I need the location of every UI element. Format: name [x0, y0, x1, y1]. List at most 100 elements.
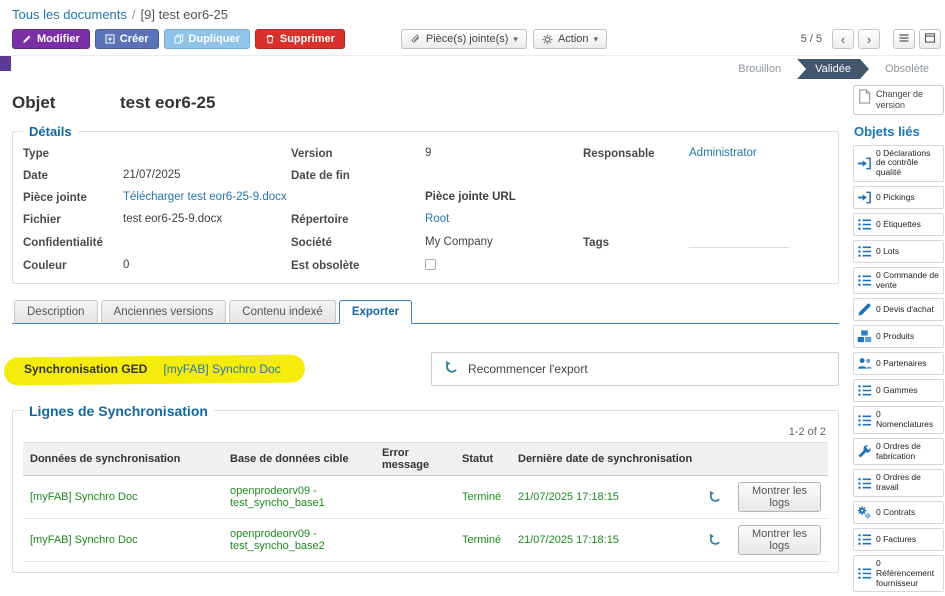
paperclip-icon — [410, 34, 421, 45]
column-header-derniere-date-de-synchronisation[interactable]: Dernière date de synchronisation — [511, 443, 701, 476]
related-object-label: 0 Déclarations de contrôle qualité — [876, 149, 940, 178]
action-button[interactable]: Action▾ — [533, 29, 607, 49]
pencil-icon — [857, 302, 872, 317]
pencil-icon — [22, 34, 32, 44]
related-object-0-ordres-de-travail[interactable]: 0 Ordres de travail — [853, 469, 944, 497]
column-header-error-message[interactable]: Error message — [375, 443, 455, 476]
est-obsolete-checkbox[interactable] — [425, 259, 436, 270]
related-object-0-commande-de-vente[interactable]: 0 Commande de vente — [853, 267, 944, 295]
field-value-societe: My Company — [425, 236, 583, 250]
field-label-type: Type — [23, 148, 123, 160]
column-header-donnees-de-synchronisation[interactable]: Données de synchronisation — [23, 443, 223, 476]
field-label-couleur: Couleur — [23, 260, 123, 272]
related-object-0-factures[interactable]: 0 Factures — [853, 528, 944, 551]
responsible-link[interactable]: Administrator — [689, 147, 757, 159]
related-object-label: 0 Lots — [876, 247, 899, 257]
objet-row: Objet test eor6-25 — [12, 93, 839, 113]
related-object-0-lots[interactable]: 0 Lots — [853, 240, 944, 263]
related-object-0-nomenclatures[interactable]: 0 Nomenclatures — [853, 406, 944, 434]
logs-cell: Montrer les logs — [731, 476, 828, 519]
field-label-est-obsolete: Est obsolète — [291, 260, 425, 272]
sidebar: Changer de version Objets liés 0 Déclara… — [853, 81, 945, 596]
tab-contenu-indexe[interactable]: Contenu indexé — [229, 300, 336, 324]
list-icon — [857, 273, 872, 288]
field-value-type — [123, 147, 291, 161]
download-attachment-link[interactable]: Télécharger test eor6-25-9.docx — [123, 191, 287, 203]
toolbar: Modifier Créer Dupliquer Supprimer Pièce… — [0, 26, 945, 56]
tab-description[interactable]: Description — [14, 300, 98, 324]
breadcrumb-root-link[interactable]: Tous les documents — [12, 7, 127, 22]
field-value-fichier: test eor6-25-9.docx — [123, 213, 291, 227]
change-version-button[interactable]: Changer de version — [853, 85, 944, 115]
directory-root-link[interactable]: Root — [425, 213, 449, 225]
related-object-0-partenaires[interactable]: 0 Partenaires — [853, 352, 944, 375]
form-view-button[interactable] — [919, 29, 941, 49]
related-object-0-ordres-de-fabrication[interactable]: 0 Ordres de fabrication — [853, 438, 944, 466]
gears-icon — [857, 505, 872, 520]
change-version-label: Changer de version — [876, 89, 940, 111]
edit-button[interactable]: Modifier — [12, 29, 90, 49]
pager-previous-button[interactable]: ‹ — [832, 29, 854, 49]
related-object-label: 0 Pickings — [876, 193, 915, 203]
list-icon — [857, 413, 872, 428]
field-value-version: 9 — [425, 147, 583, 161]
show-logs-button[interactable]: Montrer les logs — [738, 482, 821, 512]
related-object-0-gammes[interactable]: 0 Gammes — [853, 379, 944, 402]
list-view-button[interactable] — [893, 29, 915, 49]
sync-config-link[interactable]: [myFAB] Synchro Doc — [163, 362, 280, 376]
column-header-statut[interactable]: Statut — [455, 443, 511, 476]
sync-line-row[interactable]: [myFAB] Synchro Docopenprodeorv09 - test… — [23, 476, 828, 519]
form-sheet: Objet test eor6-25 Détails Type Version … — [0, 81, 853, 573]
related-object-0-etiquettes[interactable]: 0 Étiquettes — [853, 213, 944, 236]
tags-field[interactable] — [689, 235, 789, 248]
status-obsolete[interactable]: Obsolète — [869, 59, 945, 79]
related-object-0-devis-d-achat[interactable]: 0 Devis d'achat — [853, 298, 944, 321]
related-object-label: 0 Ordres de fabrication — [876, 442, 940, 462]
list-view-icon — [898, 32, 910, 47]
delete-button[interactable]: Supprimer — [255, 29, 345, 49]
more-actions: Pièce(s) jointe(s)▾ Action▾ — [401, 29, 607, 49]
create-button[interactable]: Créer — [95, 29, 159, 49]
breadcrumb: Tous les documents/[9] test eor6-25 — [0, 0, 945, 26]
list-icon — [857, 217, 872, 232]
caret-down-icon: ▾ — [594, 34, 599, 45]
tab-anciennes-versions[interactable]: Anciennes versions — [101, 300, 227, 324]
field-label-piece-jointe-url: Pièce jointe URL — [425, 191, 583, 205]
related-object-label: 0 Nomenclatures — [876, 410, 940, 430]
cell-sync-source: [myFAB] Synchro Doc — [23, 476, 223, 519]
related-object-0-declarations-de-controle-qualite[interactable]: 0 Déclarations de contrôle qualité — [853, 145, 944, 182]
retry-export-button[interactable]: Recommencer l'export — [444, 360, 588, 378]
sync-line-row[interactable]: [myFAB] Synchro Docopenprodeorv09 - test… — [23, 519, 828, 562]
related-object-0-contrats[interactable]: 0 Contrats — [853, 501, 944, 524]
related-object-0-pickings[interactable]: 0 Pickings — [853, 186, 944, 209]
status-validee[interactable]: Validée — [797, 59, 869, 79]
related-object-label: 0 Gammes — [876, 386, 918, 396]
attachments-button[interactable]: Pièce(s) jointe(s)▾ — [401, 29, 527, 49]
statusbar: BrouillonValidéeObsolète — [0, 56, 945, 81]
list-icon — [857, 383, 872, 398]
retry-line-icon[interactable] — [701, 476, 731, 519]
related-object-label: 0 Partenaires — [876, 359, 927, 369]
sync-table: Données de synchronisationBase de donnée… — [23, 442, 828, 562]
trash-icon — [265, 34, 275, 44]
exporter-panel: Synchronisation GED [myFAB] Synchro Doc … — [12, 352, 839, 573]
logs-cell: Montrer les logs — [731, 519, 828, 562]
related-object-label: 0 Commande de vente — [876, 271, 940, 291]
gear-icon — [542, 34, 553, 45]
people-icon — [857, 356, 872, 371]
show-logs-button[interactable]: Montrer les logs — [738, 525, 821, 555]
retry-line-icon[interactable] — [701, 519, 731, 562]
cubes-icon — [857, 329, 872, 344]
list-icon — [857, 532, 872, 547]
related-object-0-produits[interactable]: 0 Produits — [853, 325, 944, 348]
tab-exporter[interactable]: Exporter — [339, 300, 412, 324]
related-object-0-referencement-fournisseur[interactable]: 0 Référencement fournisseur — [853, 555, 944, 592]
field-label-tags: Tags — [583, 237, 689, 249]
logs-column-header — [731, 443, 828, 476]
duplicate-button[interactable]: Dupliquer — [164, 29, 250, 49]
status-brouillon[interactable]: Brouillon — [722, 59, 797, 79]
field-value-confidentialite — [123, 236, 291, 250]
pager-next-button[interactable]: › — [858, 29, 880, 49]
column-header-base-de-donnees-cible[interactable]: Base de données cible — [223, 443, 375, 476]
cell-status: Terminé — [455, 519, 511, 562]
